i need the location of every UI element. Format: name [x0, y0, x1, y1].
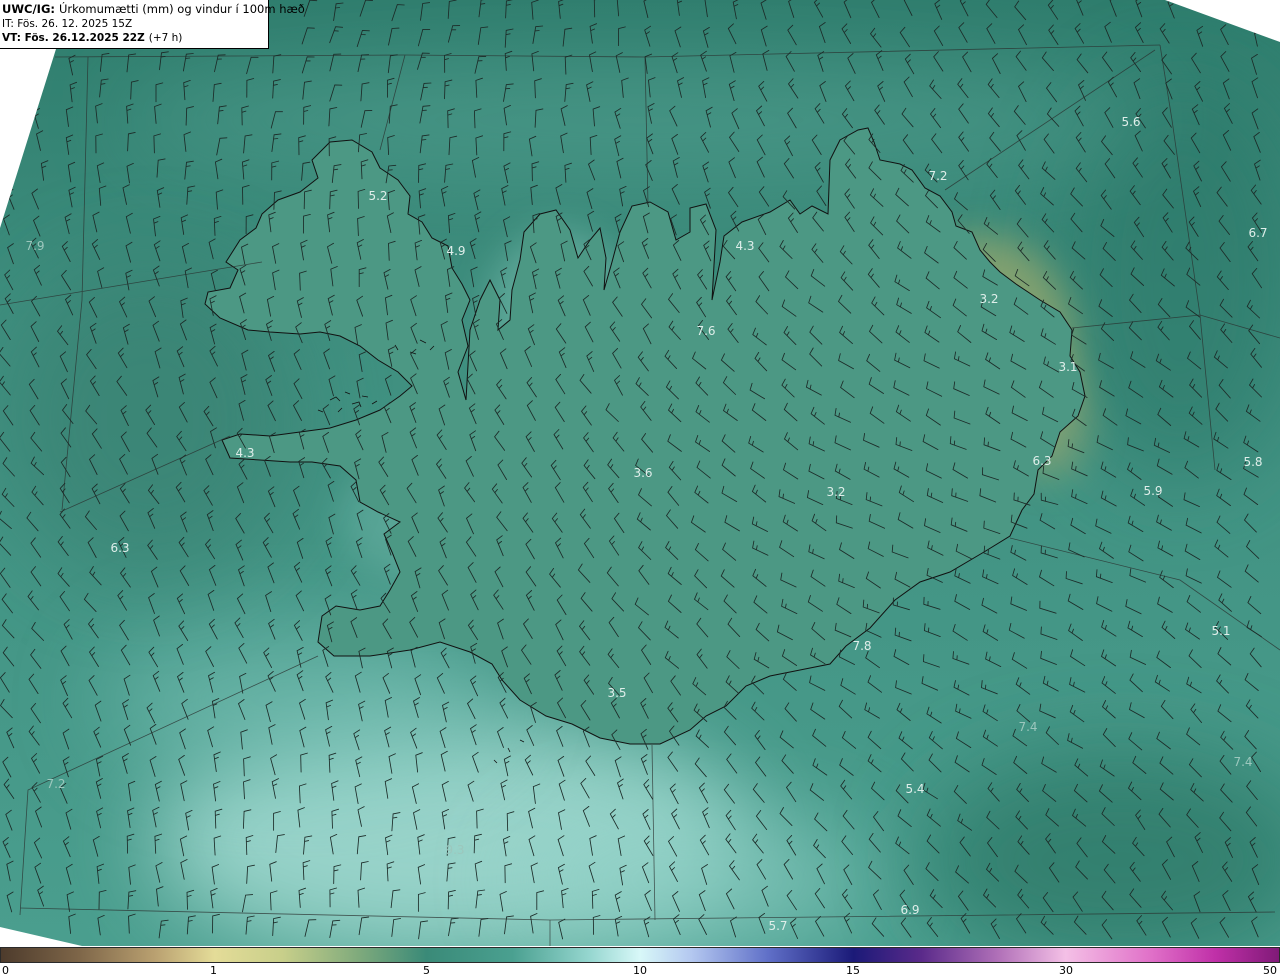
colorbar-tick: 0	[2, 964, 9, 977]
valid-time: VT: Fös. 26.12.2025 22Z	[2, 32, 145, 44]
value-label: 3.6	[633, 466, 652, 480]
value-label: 5.7	[768, 919, 787, 933]
value-label: 7.9	[25, 239, 44, 253]
product-title: Úrkomumætti (mm) og vindur í 100m hæð	[58, 2, 305, 16]
value-label: 7.2	[928, 169, 947, 183]
value-label: 9.3	[445, 843, 464, 857]
value-label: 7.2	[46, 777, 65, 791]
map-header: UWC/IG: Úrkomumætti (mm) og vindur í 100m…	[0, 0, 305, 49]
value-label: 5.4	[905, 782, 924, 796]
value-label: 7.6	[696, 324, 715, 338]
value-label: 4.3	[735, 239, 754, 253]
colorbar-tick: 50	[1263, 964, 1277, 977]
value-label: 5.1	[1211, 624, 1230, 638]
value-label: 5.2	[368, 189, 387, 203]
value-label: 5.6	[1121, 115, 1140, 129]
colorbar-tick: 5	[423, 964, 430, 977]
colorbar-tick: 1	[210, 964, 217, 977]
value-label: 5.9	[1143, 484, 1162, 498]
colorbar-tick: 15	[846, 964, 860, 977]
value-label: 6.3	[110, 541, 129, 555]
header-title-line: UWC/IG: Úrkomumætti (mm) og vindur í 100m…	[2, 2, 305, 17]
value-label: 5.8	[1243, 455, 1262, 469]
value-label: 7.4	[1018, 720, 1037, 734]
weather-map[interactable]: 5.6 7.2 6.7 5.2 4.9 4.3 7.9 3.2 7.6 3.1 …	[0, 0, 1280, 946]
value-label: 6.9	[900, 903, 919, 917]
colorbar-tick: 30	[1059, 964, 1073, 977]
value-label: 4.3	[235, 446, 254, 460]
value-label: 7.4	[1233, 755, 1252, 769]
precipitation-colorbar	[0, 947, 1280, 963]
value-label: 3.2	[826, 485, 845, 499]
model-name: UWC/IG:	[2, 2, 55, 16]
value-label: 3.1	[1058, 360, 1077, 374]
value-label: 3.5	[607, 686, 626, 700]
value-label: 6.3	[1032, 454, 1051, 468]
valid-time-line: VT: Fös. 26.12.2025 22Z (+7 h)	[2, 31, 268, 45]
colorbar-tick: 10	[633, 964, 647, 977]
value-label: 4.9	[446, 244, 465, 258]
value-label: 3.2	[979, 292, 998, 306]
initial-time: IT: Fös. 26. 12. 2025 15Z	[2, 18, 133, 30]
lead-time: (+7 h)	[148, 32, 183, 44]
value-label: 6.7	[1248, 226, 1267, 240]
value-label: 7.8	[852, 639, 871, 653]
